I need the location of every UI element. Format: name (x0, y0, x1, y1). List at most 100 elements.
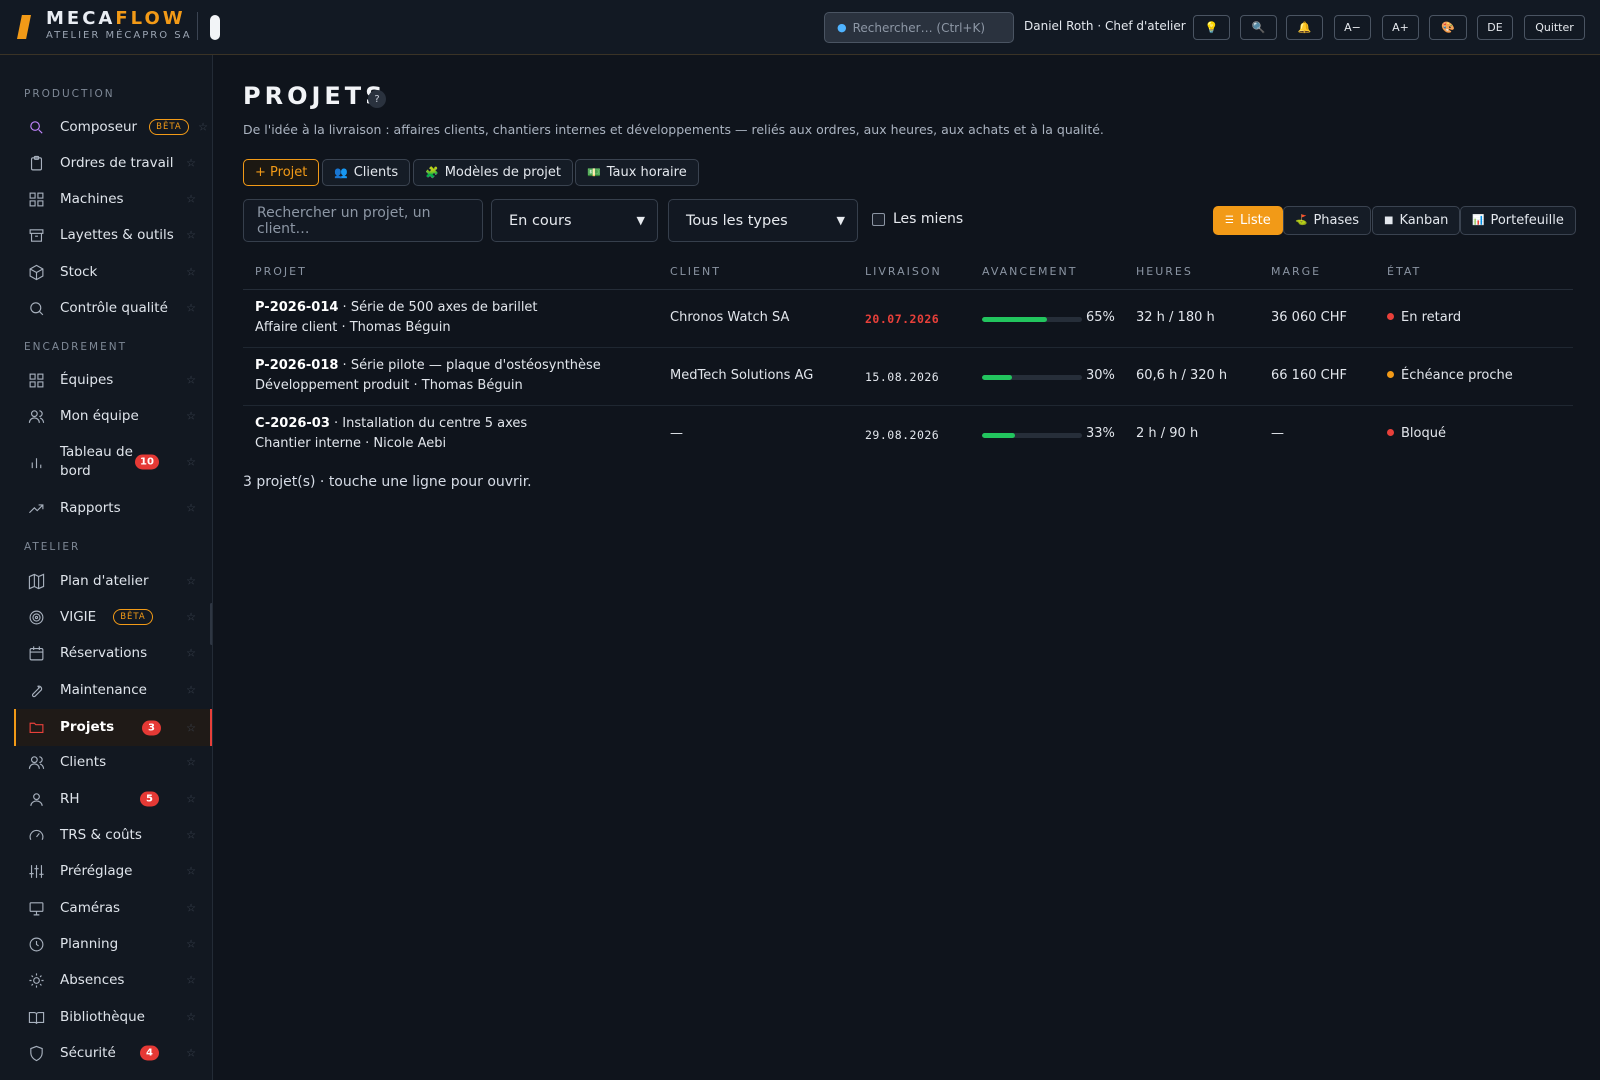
column-header-marge[interactable]: MARGE (1271, 265, 1321, 278)
star-icon[interactable]: ☆ (186, 647, 196, 660)
star-icon[interactable]: ☆ (186, 756, 196, 769)
status-label: Bloqué (1401, 426, 1446, 441)
sidebar-item-mon-equipe[interactable]: Mon équipe ☆ (14, 399, 212, 433)
sidebar-item-tableau-de-bord[interactable]: Tableau de bord 10 ☆ (14, 440, 212, 484)
mine-filter[interactable]: Les miens (872, 211, 963, 227)
column-header-etat[interactable]: ÉTAT (1387, 265, 1421, 278)
global-search-input[interactable]: ● Rechercher… (Ctrl+K) (824, 12, 1014, 43)
sidebar-item-stock[interactable]: Stock ☆ (14, 255, 212, 289)
notifications-button[interactable]: 🔔 (1286, 15, 1323, 40)
theme-button[interactable]: 🎨 (1429, 15, 1467, 40)
star-icon[interactable]: ☆ (186, 684, 196, 697)
sidebar-item-label: Machines (60, 190, 124, 207)
monitor-icon (27, 899, 45, 917)
lightbulb-icon: 💡 (1204, 21, 1219, 34)
hours-cell: 2 h / 90 h (1136, 426, 1199, 441)
project-templates-button[interactable]: 🧩 Modèles de projet (413, 159, 573, 186)
progress-label: 65% (1086, 310, 1115, 325)
section-production: PRODUCTION (24, 88, 115, 100)
star-icon[interactable]: ☆ (186, 410, 196, 423)
view-phases-button[interactable]: ⛳ Phases (1283, 206, 1372, 235)
sidebar-item-trs-couts[interactable]: TRS & coûts ☆ (14, 818, 212, 852)
sidebar-item-label: Préréglage (60, 862, 133, 879)
star-icon[interactable]: ☆ (186, 374, 196, 387)
star-icon[interactable]: ☆ (186, 157, 196, 170)
star-icon[interactable]: ☆ (186, 302, 196, 315)
sidebar-item-reservations[interactable]: Réservations ☆ (14, 636, 212, 670)
column-header-avancement[interactable]: AVANCEMENT (982, 265, 1077, 278)
hourly-rate-button[interactable]: 💵 Taux horaire (575, 159, 699, 186)
sidebar-item-planning[interactable]: Planning ☆ (14, 927, 212, 961)
clients-button-label: Clients (353, 165, 399, 180)
table-row[interactable]: P-2026-018 · Série pilote — plaque d'ost… (243, 348, 1573, 406)
sidebar-item-label: Clients (60, 753, 107, 770)
sidebar-item-label: TRS & coûts (60, 826, 142, 843)
sidebar-item-composeur[interactable]: Composeur BÊTA ☆ (14, 110, 212, 144)
star-icon[interactable]: ☆ (186, 575, 196, 588)
font-smaller-button[interactable]: A− (1334, 15, 1371, 40)
star-icon[interactable]: ☆ (186, 829, 196, 842)
star-icon[interactable]: ☆ (186, 229, 196, 242)
table-row[interactable]: P-2026-014 · Série de 500 axes de barill… (243, 290, 1573, 348)
star-icon[interactable]: ☆ (186, 793, 196, 806)
star-icon[interactable]: ☆ (186, 456, 196, 469)
sidebar-item-plan-atelier[interactable]: Plan d'atelier ☆ (14, 564, 212, 598)
sidebar-item-machines[interactable]: Machines ☆ (14, 182, 212, 216)
calendar-icon (27, 644, 45, 662)
search-button[interactable]: 🔍 (1240, 15, 1277, 40)
sidebar-item-vigie[interactable]: VIGIE BÊTA ☆ (14, 600, 212, 634)
star-icon[interactable]: ☆ (186, 1011, 196, 1024)
sidebar-toggle[interactable] (210, 15, 220, 40)
table-row[interactable]: C-2026-03 · Installation du centre 5 axe… (243, 406, 1573, 464)
view-portfolio-button[interactable]: 📊 Portefeuille (1460, 206, 1576, 235)
column-header-projet[interactable]: PROJET (255, 265, 307, 278)
sidebar-item-projets[interactable]: Projets 3 ☆ (14, 709, 212, 746)
status-select[interactable]: En cours ▼ (491, 199, 658, 242)
star-icon[interactable]: ☆ (186, 611, 196, 624)
type-select[interactable]: Tous les types ▼ (668, 199, 858, 242)
star-icon[interactable]: ☆ (186, 902, 196, 915)
star-icon[interactable]: ☆ (186, 721, 196, 734)
sidebar-item-securite[interactable]: Sécurité 4 ☆ (14, 1036, 212, 1070)
shield-icon (27, 1044, 45, 1062)
help-icon[interactable]: ? (368, 90, 386, 108)
column-header-livraison[interactable]: LIVRAISON (865, 265, 942, 278)
top-bar: MECAFLOW ATELIER MÉCAPRO SA ● Rechercher… (0, 0, 1600, 55)
clients-button[interactable]: 👥 Clients (322, 159, 411, 186)
quit-button[interactable]: Quitter (1524, 15, 1585, 40)
star-icon[interactable]: ☆ (186, 502, 196, 515)
progress-fill (982, 375, 1012, 380)
sidebar-item-layettes-outils[interactable]: Layettes & outils ☆ (14, 218, 212, 252)
star-icon[interactable]: ☆ (186, 974, 196, 987)
sidebar-item-maintenance[interactable]: Maintenance ☆ (14, 673, 212, 707)
sidebar-item-prereglage[interactable]: Préréglage ☆ (14, 854, 212, 888)
star-icon[interactable]: ☆ (198, 121, 208, 134)
sidebar-item-rapports[interactable]: Rapports ☆ (14, 491, 212, 525)
sidebar-item-rh[interactable]: RH 5 ☆ (14, 782, 212, 816)
star-icon[interactable]: ☆ (186, 1047, 196, 1060)
column-header-client[interactable]: CLIENT (670, 265, 721, 278)
font-larger-button[interactable]: A+ (1382, 15, 1419, 40)
sidebar-item-equipes[interactable]: Équipes ☆ (14, 363, 212, 397)
project-search-input[interactable]: Rechercher un projet, un client… (243, 199, 483, 242)
star-icon[interactable]: ☆ (186, 938, 196, 951)
star-icon[interactable]: ☆ (186, 193, 196, 206)
sidebar-item-bibliotheque[interactable]: Bibliothèque ☆ (14, 1000, 212, 1034)
language-button[interactable]: DE (1477, 15, 1513, 40)
sidebar-item-absences[interactable]: Absences ☆ (14, 963, 212, 997)
star-icon[interactable]: ☆ (186, 266, 196, 279)
mine-checkbox[interactable] (872, 212, 885, 226)
sidebar-item-cameras[interactable]: Caméras ☆ (14, 891, 212, 925)
sidebar-item-label: Équipes (60, 371, 114, 388)
bar-chart-icon (27, 453, 45, 471)
sidebar-item-ordres-de-travail[interactable]: Ordres de travail ☆ (14, 146, 212, 180)
column-header-heures[interactable]: HEURES (1136, 265, 1193, 278)
tips-button[interactable]: 💡 (1193, 15, 1230, 40)
sidebar-item-clients[interactable]: Clients ☆ (14, 745, 212, 779)
star-icon[interactable]: ☆ (186, 865, 196, 878)
new-project-button[interactable]: + Projet (243, 159, 320, 186)
search-icon (27, 299, 45, 317)
sidebar-item-controle-qualite[interactable]: Contrôle qualité ☆ (14, 291, 212, 325)
view-list-button[interactable]: ☰ Liste (1213, 206, 1283, 235)
view-kanban-button[interactable]: ■ Kanban (1372, 206, 1461, 235)
